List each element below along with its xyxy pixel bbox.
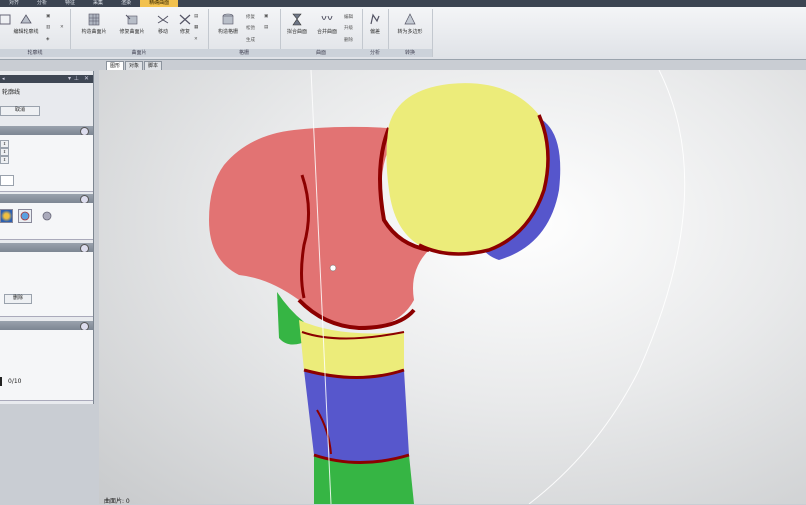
deviation-label: 偏差 bbox=[369, 29, 380, 35]
hourglass-icon bbox=[292, 13, 302, 26]
edit-contour-icon bbox=[20, 14, 32, 24]
group-surfaces: 拟合曲面 合并曲面 编辑 升级 删除 曲面 bbox=[280, 9, 363, 57]
tab-capture[interactable]: 采集 bbox=[84, 0, 112, 7]
cursor-dot bbox=[329, 264, 337, 272]
section-4-body: 0/10 bbox=[0, 330, 93, 401]
section-2-body bbox=[0, 203, 93, 240]
group-analysis: 偏差 分析 bbox=[362, 9, 389, 57]
group-grid-label: 格栅 bbox=[208, 49, 280, 57]
merge-surface-button[interactable]: 合并曲面 bbox=[312, 13, 342, 35]
spinner-2[interactable]: ⇕ bbox=[0, 148, 9, 156]
section-3-header[interactable] bbox=[0, 243, 93, 253]
cancel-button[interactable]: 取消 bbox=[0, 106, 40, 116]
repair-patches-button[interactable]: 修复曲面片 bbox=[116, 13, 148, 35]
panel-header-arrow: ◂ bbox=[2, 76, 5, 82]
edit-contour-button[interactable]: 编辑轮廓线 bbox=[10, 13, 42, 35]
group-patches-label: 曲面片 bbox=[70, 49, 208, 57]
contour-panel: ◂ ▾ ⊥ ✕ 轮廓线 取消 ⇕ ⇕ ⇕ 删除 0/10 bbox=[0, 71, 94, 404]
delete-button[interactable]: 删除 bbox=[4, 294, 32, 304]
deviation-icon bbox=[370, 13, 380, 25]
patches-mini-2[interactable]: ▦ bbox=[194, 25, 198, 30]
repair-patches-label: 修复曲面片 bbox=[119, 29, 145, 35]
tab-analysis[interactable]: 分析 bbox=[28, 0, 56, 7]
group-convert: 转为多边形 转换 bbox=[388, 9, 433, 57]
construct-grid-button[interactable]: 构造格栅 bbox=[212, 13, 244, 35]
construct-grid-label: 构造格栅 bbox=[217, 29, 238, 35]
tab-exact-surfaces[interactable]: 精确曲面 bbox=[140, 0, 179, 7]
contour-mini-3[interactable]: ◈ bbox=[46, 37, 49, 42]
section-1-body: ⇕ ⇕ ⇕ bbox=[0, 135, 93, 192]
group-analysis-label: 分析 bbox=[362, 49, 388, 57]
deviation-button[interactable]: 偏差 bbox=[362, 13, 388, 35]
ribbon-tab-bar: 对齐 分析 特征 采集 渲染 精确曲面 bbox=[0, 0, 806, 7]
edit-contour-label: 编辑轮廓线 bbox=[13, 29, 39, 35]
grid-small-1[interactable]: 修复 bbox=[246, 14, 255, 20]
shuffle-icon bbox=[157, 15, 169, 24]
ribbon: 编辑轮廓线 ▣ ▥ ✕ ◈ 轮廓线 构造曲面片 修复曲面片 移动 修复 ▤ ▦ … bbox=[0, 7, 806, 60]
fit-surface-button[interactable]: 拟合曲面 bbox=[282, 13, 312, 35]
fix-icon bbox=[179, 14, 191, 25]
patch-grid-icon bbox=[88, 13, 100, 26]
tab-align[interactable]: 对齐 bbox=[0, 0, 28, 7]
section-2-header[interactable] bbox=[0, 194, 93, 204]
section-4-header[interactable] bbox=[0, 321, 93, 331]
grid-mini-5[interactable]: ▤ bbox=[264, 25, 268, 30]
tab-features[interactable]: 特征 bbox=[56, 0, 84, 7]
spinner-3[interactable]: ⇕ bbox=[0, 156, 9, 164]
mode-icon-2[interactable] bbox=[18, 209, 32, 223]
3d-viewport[interactable] bbox=[99, 70, 806, 504]
grid-icon bbox=[222, 13, 234, 25]
grid-small-2[interactable]: 松弛 bbox=[246, 25, 255, 31]
femur-model[interactable] bbox=[99, 70, 806, 504]
merge-icon bbox=[321, 15, 333, 20]
group-contour-label: 轮廓线 bbox=[0, 49, 70, 57]
patches-mini-1[interactable]: ▤ bbox=[194, 14, 198, 19]
fit-surface-label: 拟合曲面 bbox=[286, 29, 307, 35]
surf-small-3[interactable]: 删除 bbox=[344, 37, 353, 43]
group-contour: 编辑轮廓线 ▣ ▥ ✕ ◈ 轮廓线 bbox=[0, 9, 71, 57]
patches-mini-close-icon[interactable]: ✕ bbox=[194, 37, 198, 42]
viewport-tabs: 图形 对象 脚本 bbox=[106, 61, 163, 72]
shuffle2-label: 修复 bbox=[179, 29, 190, 35]
mesh-select-icon bbox=[20, 211, 30, 221]
panel-close-icon[interactable]: ✕ bbox=[84, 75, 89, 83]
panel-title: 轮廓线 bbox=[2, 89, 21, 96]
surf-small-2[interactable]: 升级 bbox=[344, 25, 353, 31]
sphere-icon bbox=[42, 211, 52, 221]
contour-mini-2[interactable]: ▥ bbox=[46, 25, 50, 30]
section-3-body: 删除 bbox=[0, 252, 93, 317]
pin-icon[interactable]: ▾ bbox=[68, 75, 71, 83]
group-grid: 构造格栅 修复 松弛 生成 ▣ ▤ 格栅 bbox=[208, 9, 281, 57]
grid-small-3[interactable]: 生成 bbox=[246, 37, 255, 43]
group-patches: 构造曲面片 修复曲面片 移动 修复 ▤ ▦ ✕ 曲面片 bbox=[70, 9, 209, 57]
section-1-header[interactable] bbox=[0, 126, 93, 136]
tab-render[interactable]: 渲染 bbox=[112, 0, 140, 7]
slider-thumb[interactable] bbox=[0, 377, 2, 386]
value-input[interactable] bbox=[0, 175, 14, 186]
cone-icon bbox=[404, 13, 416, 25]
merge-surface-label: 合并曲面 bbox=[316, 29, 337, 35]
shuffle-label: 移动 bbox=[157, 29, 168, 35]
spinner-1[interactable]: ⇕ bbox=[0, 140, 9, 148]
convert-polygon-button[interactable]: 转为多边形 bbox=[392, 13, 428, 35]
close-icon[interactable]: ✕ bbox=[60, 25, 64, 30]
group-surfaces-label: 曲面 bbox=[280, 49, 362, 57]
surf-small-1[interactable]: 编辑 bbox=[344, 14, 353, 20]
counter-value: 0/10 bbox=[8, 378, 22, 385]
construct-patches-label: 构造曲面片 bbox=[81, 29, 107, 35]
grid-mini-4[interactable]: ▣ bbox=[264, 14, 268, 19]
convert-polygon-label: 转为多边形 bbox=[397, 29, 423, 35]
mode-icon-3[interactable] bbox=[40, 209, 52, 221]
panel-header: ◂ ▾ ⊥ ✕ bbox=[0, 75, 93, 83]
mode-icon-1[interactable] bbox=[0, 209, 13, 223]
contour-mini-1[interactable]: ▣ bbox=[46, 14, 50, 19]
group-convert-label: 转换 bbox=[388, 49, 432, 57]
dock-icon[interactable]: ⊥ bbox=[74, 75, 79, 83]
repair-patches-icon bbox=[125, 14, 138, 25]
construct-patches-button[interactable]: 构造曲面片 bbox=[74, 13, 114, 35]
